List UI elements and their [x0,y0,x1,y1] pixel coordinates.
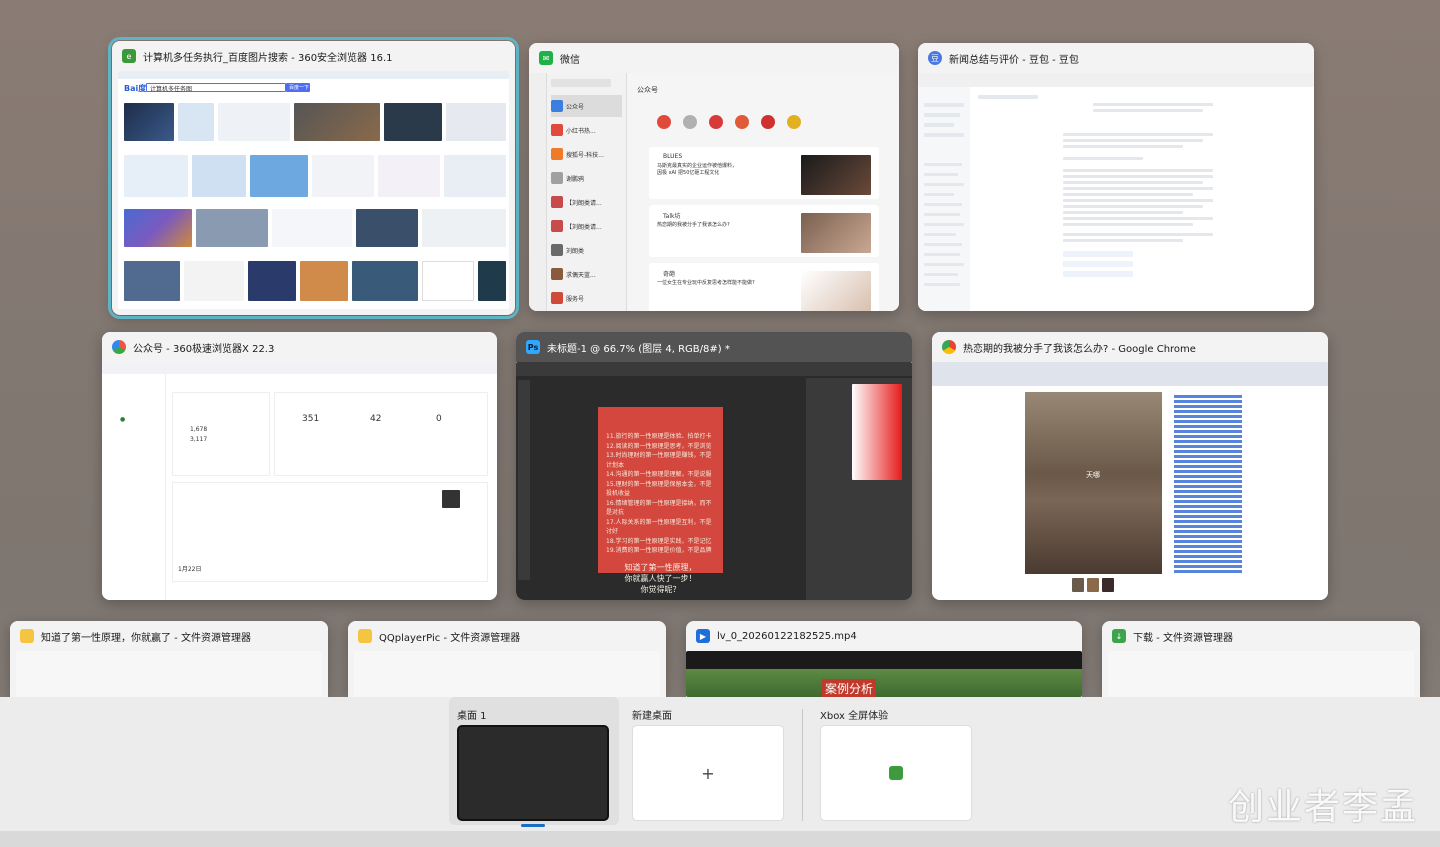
desktop-1-label: 桌面 1 [457,711,487,722]
watermark: 创业者李孟 [1227,787,1418,828]
virtual-desktops-bar: 桌面 1 新建桌面 + Xbox 全屏体验 [0,697,1440,831]
xbox-icon [889,766,903,780]
window-title: 知道了第一性原理，你就赢了 - 文件资源管理器 [41,632,251,644]
window-preview [1108,651,1414,697]
window-title: 下载 - 文件资源管理器 [1133,632,1233,644]
window-title: 计算机多任务执行_百度图片搜索 - 360安全浏览器 16.1 [143,52,393,64]
window-titlebar: Ps 未标题-1 @ 66.7% (图层 4, RGB/8#) * [516,332,912,362]
desktop-1-thumbnail[interactable] [457,725,609,821]
window-titlebar: ↓ 下载 - 文件资源管理器 [1102,621,1420,651]
window-titlebar: 知道了第一性原理，你就赢了 - 文件资源管理器 [10,621,328,651]
window-video-player[interactable]: ▶ lv_0_20260122182525.mp4 案例分析 [686,621,1082,697]
360-browser-icon: e [122,49,136,63]
folder-icon [358,629,372,643]
window-preview [918,73,1314,311]
window-360-speed-browser[interactable]: 公众号 - 360极速浏览器X 22.3 ● 1,678 3,117 351 4… [102,332,497,600]
article-photo [1025,392,1162,574]
window-preview [16,651,322,697]
window-title: 热恋期的我被分手了我该怎么办? - Google Chrome [963,343,1196,355]
window-title: 未标题-1 @ 66.7% (图层 4, RGB/8#) * [547,343,730,355]
plus-icon: + [701,763,715,783]
window-photoshop[interactable]: Ps 未标题-1 @ 66.7% (图层 4, RGB/8#) * 11.旅行的… [516,332,912,600]
ps-canvas: 11.旅行的第一性原理是体验、拍单打卡 12.阅读的第一性原理是思考，不是浏览 … [598,407,723,594]
wechat-icon: ✉ [539,51,553,65]
baidu-logo: Bai度 [124,84,147,93]
taskbar-edge [0,831,1440,847]
window-titlebar: 公众号 - 360极速浏览器X 22.3 [102,332,497,362]
chrome-icon [942,340,956,354]
photoshop-icon: Ps [526,340,540,354]
window-titlebar: ✉ 微信 [529,43,899,73]
doubao-icon: 豆 [928,51,942,65]
window-titlebar: 豆 新闻总结与评价 - 豆包 - 豆包 [918,43,1314,73]
window-doubao[interactable]: 豆 新闻总结与评价 - 豆包 - 豆包 [918,43,1314,311]
new-desktop-label: 新建桌面 [632,711,672,722]
window-360-browser-baidu[interactable]: e 计算机多任务执行_百度图片搜索 - 360安全浏览器 16.1 Bai度 计… [108,37,519,319]
window-title: 公众号 - 360极速浏览器X 22.3 [133,343,275,355]
window-explorer-qqplayerpic[interactable]: QQplayerPic - 文件资源管理器 [348,621,666,697]
window-preview: ● 1,678 3,117 351 42 0 1月22日 [102,362,497,600]
new-desktop-button[interactable]: + [632,725,784,821]
window-titlebar: e 计算机多任务执行_百度图片搜索 - 360安全浏览器 16.1 [112,41,515,71]
window-preview: 公众号 小红书热... 搜狐号-科技... 谢鹏鸦 【刘朗类请... 【刘朗类请… [529,73,899,311]
window-wechat[interactable]: ✉ 微信 公众号 小红书热... 搜狐号-科技... 谢鹏鸦 【刘朗类请... … [529,43,899,311]
window-google-chrome[interactable]: 热恋期的我被分手了我该怎么办? - Google Chrome 天哪 [932,332,1328,600]
window-explorer-downloads[interactable]: ↓ 下载 - 文件资源管理器 [1102,621,1420,697]
360-speed-icon [112,340,126,354]
window-preview: Bai度 计算机多任务图 百度一下 [118,71,509,309]
downloads-folder-icon: ↓ [1112,629,1126,643]
folder-icon [20,629,34,643]
xbox-fullscreen-label: Xbox 全屏体验 [820,711,889,722]
xbox-fullscreen-button[interactable] [820,725,972,821]
window-titlebar: 热恋期的我被分手了我该怎么办? - Google Chrome [932,332,1328,362]
window-title: 新闻总结与评价 - 豆包 - 豆包 [949,54,1079,66]
window-preview: 案例分析 [686,651,1082,697]
window-title: 微信 [560,54,580,66]
window-preview [354,651,660,697]
window-title: lv_0_20260122182525.mp4 [717,630,857,642]
window-preview: 11.旅行的第一性原理是体验、拍单打卡 12.阅读的第一性原理是思考，不是浏览 … [516,362,912,600]
window-preview: 天哪 [932,362,1328,600]
window-titlebar: ▶ lv_0_20260122182525.mp4 [686,621,1082,651]
window-title: QQplayerPic - 文件资源管理器 [379,632,521,644]
window-titlebar: QQplayerPic - 文件资源管理器 [348,621,666,651]
video-player-icon: ▶ [696,629,710,643]
window-explorer-first-principles[interactable]: 知道了第一性原理，你就赢了 - 文件资源管理器 [10,621,328,697]
